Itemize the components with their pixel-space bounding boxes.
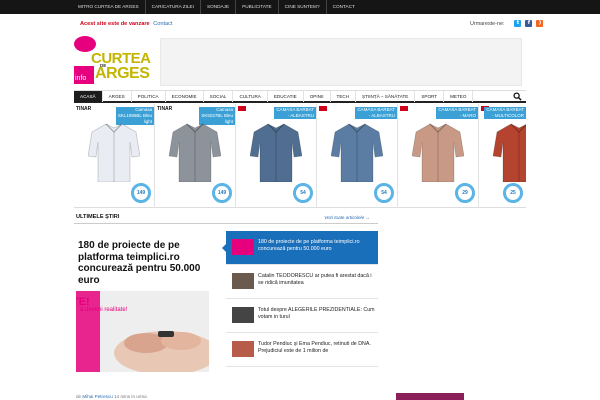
news-list: 180 de proiecte de pe platforma teimplic…	[222, 231, 378, 367]
shirt-image	[88, 123, 140, 182]
news-headline[interactable]: Tudor Pendiuc și Ema Pendiuc, retinuti d…	[258, 341, 376, 355]
author-link[interactable]: Mihai Petrescu	[82, 394, 112, 399]
sidebar-ad[interactable]	[396, 393, 464, 400]
hands-illustration	[76, 291, 209, 372]
site-logo[interactable]: CURTEA DE info ARGES	[74, 36, 158, 86]
news-headline[interactable]: Catalin TEODORESCU ar putea fi arestat d…	[258, 273, 376, 287]
top-bar: MITRO CURTEA DE ARGES CARICATURA ZILEI SON…	[0, 0, 600, 14]
news-list-item[interactable]: Catalin TEODORESCU ar putea fi arestat d…	[226, 265, 378, 299]
product-name: CAMASA BARBAT - MARO	[436, 107, 478, 119]
sale-text: Acest site este de vanzare	[80, 21, 150, 27]
facebook-icon[interactable]: f	[525, 20, 533, 27]
price-badge: 54	[374, 183, 394, 203]
news-list-item[interactable]: Tudor Pendiuc și Ema Pendiuc, retinuti d…	[226, 333, 378, 367]
see-all-articles-link[interactable]: Vezi toate articolele →	[324, 215, 370, 220]
sale-badge-icon	[319, 106, 327, 111]
search-icon[interactable]	[513, 92, 522, 101]
news-thumbnail[interactable]	[232, 341, 254, 357]
product-card[interactable]: CAMASA BARBAT - MARO 29	[398, 104, 479, 208]
featured-article-title[interactable]: 180 de proiecte de pe platforma teimplic…	[78, 240, 218, 286]
nav-item[interactable]: ȘTIINȚĂ – SĂNĂTATE	[356, 90, 416, 102]
article-byline: de Mihai Petrescu 14 mins in urma	[76, 394, 147, 399]
nav-item[interactable]: ECONOMIE	[166, 90, 204, 102]
nav-item[interactable]: ARGES	[103, 90, 132, 102]
shirt-image	[169, 123, 221, 182]
logo-word-info: info	[74, 66, 94, 84]
news-list-item[interactable]: Totul despre ALEGERILE PREZIDENTIALE: Cu…	[226, 299, 378, 333]
news-thumbnail[interactable]	[232, 273, 254, 289]
product-card[interactable]: TINAR Camasa SKL1986BL Bleu light 149	[74, 104, 155, 208]
price-badge: 149	[131, 183, 151, 203]
product-name: CAMASA BARBAT - ALBASTRU	[274, 107, 316, 119]
nav-item[interactable]: EDUCATIE	[268, 90, 304, 102]
follow-us: Urmareste-ne: t f )	[470, 20, 544, 27]
top-menu-item[interactable]: PUBLICITATE	[235, 0, 278, 14]
product-brand: TINAR	[157, 106, 173, 112]
nav-item[interactable]: OPINII	[304, 90, 331, 102]
section-title: ULTIMELE ȘTIRI	[76, 214, 120, 220]
price-badge: 149	[212, 183, 232, 203]
nav-item[interactable]: SOCIAL	[204, 90, 234, 102]
product-card[interactable]: CAMASA BARBAT - MULTICOLOR 25	[479, 104, 526, 208]
top-menu-item[interactable]: CARICATURA ZILEI	[144, 0, 200, 14]
product-card[interactable]: TINAR Camasa SK5027BL Bleu light 149	[155, 104, 236, 208]
site-for-sale-notice: Acest site este de vanzare Contact	[80, 21, 173, 27]
nav-item[interactable]: METEO	[444, 90, 474, 102]
main-navigation: ACASĂ ARGES POLITICA ECONOMIE SOCIAL CULTURA E…	[74, 90, 526, 103]
nav-item[interactable]: POLITICA	[132, 90, 166, 102]
product-name: CAMASA BARBAT - ALBASTRU	[355, 107, 397, 119]
product-carousel: TINAR Camasa SKL1986BL Bleu light 149 TINAR…	[74, 104, 526, 208]
top-menu: MITRO CURTEA DE ARGES CARICATURA ZILEI SON…	[74, 0, 361, 14]
product-name: CAMASA BARBAT - MULTICOLOR	[484, 107, 526, 119]
twitter-icon[interactable]: t	[514, 20, 522, 27]
featured-article-image[interactable]: TE! ă deveni realitate!	[76, 291, 209, 372]
shirt-image	[331, 123, 383, 182]
top-menu-item[interactable]: CONTACT	[325, 0, 361, 14]
top-menu-item[interactable]: SONDAJE	[199, 0, 235, 14]
contact-link[interactable]: Contact	[153, 21, 172, 27]
nav-item[interactable]: TECH	[331, 90, 357, 102]
price-badge: 29	[455, 183, 475, 203]
featured-image-caption: ă deveni realitate!	[80, 307, 128, 313]
header-ad-banner[interactable]	[160, 38, 522, 86]
news-headline[interactable]: Totul despre ALEGERILE PREZIDENTIALE: Cu…	[258, 307, 376, 321]
latest-news-header: ULTIMELE ȘTIRI Vezi toate articolele →	[74, 213, 378, 224]
news-thumbnail[interactable]	[232, 239, 254, 255]
nav-item[interactable]: ACASĂ	[74, 90, 103, 102]
product-card[interactable]: CAMASA BARBAT - ALBASTRU 54	[236, 104, 317, 208]
shirt-image	[412, 123, 464, 182]
price-badge: 25	[503, 183, 523, 203]
shirt-image	[493, 123, 526, 182]
rss-icon[interactable]: )	[536, 20, 544, 27]
article-time: 14 mins in urma	[114, 394, 147, 399]
follow-label: Urmareste-ne:	[470, 20, 505, 27]
price-badge: 54	[293, 183, 313, 203]
product-card[interactable]: CAMASA BARBAT - ALBASTRU 54	[317, 104, 398, 208]
news-headline[interactable]: 180 de proiecte de pe platforma teimplic…	[258, 239, 376, 253]
sale-badge-icon	[400, 106, 408, 111]
news-thumbnail[interactable]	[232, 307, 254, 323]
news-list-item[interactable]: 180 de proiecte de pe platforma teimplic…	[222, 231, 378, 265]
shirt-image	[250, 123, 302, 182]
nav-item[interactable]: CULTURA	[233, 90, 268, 102]
top-menu-item[interactable]: MITRO CURTEA DE ARGES	[74, 0, 145, 14]
logo-word-arges: ARGES	[95, 65, 150, 82]
nav-item[interactable]: SPORT	[415, 90, 445, 102]
sale-badge-icon	[238, 106, 246, 111]
product-brand: TINAR	[76, 106, 92, 112]
top-menu-item[interactable]: CINE SUNTEM?	[277, 0, 326, 14]
